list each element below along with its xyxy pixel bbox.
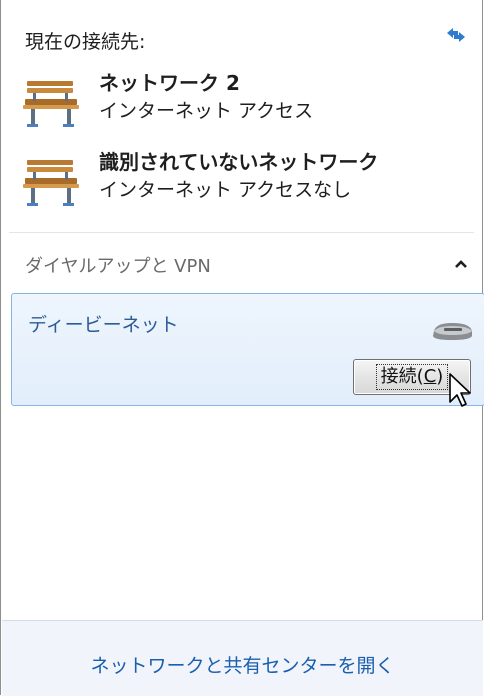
network-item[interactable]: 識別されていないネットワーク インターネット アクセスなし (23, 146, 463, 216)
section-divider (9, 232, 474, 233)
dialup-connection-item[interactable]: ディービーネット 接続(C) (11, 293, 484, 406)
current-connections-label: 現在の接続先: (25, 31, 146, 53)
section-title: ダイヤルアップと VPN (25, 256, 211, 277)
open-network-sharing-center-link[interactable]: ネットワークと共有センターを開く (2, 651, 483, 678)
dialup-vpn-section-header[interactable]: ダイヤルアップと VPN (1, 240, 484, 288)
network-status: インターネット アクセス (99, 100, 314, 122)
network-name: 識別されていないネットワーク (99, 150, 379, 174)
footer: ネットワークと共有センターを開く (2, 620, 483, 696)
connect-button[interactable]: 接続(C) (353, 359, 471, 395)
refresh-icon[interactable] (444, 24, 468, 44)
network-item[interactable]: ネットワーク 2 インターネット アクセス (23, 67, 463, 137)
connection-name: ディービーネット (28, 314, 179, 336)
network-status: インターネット アクセスなし (99, 179, 352, 201)
chevron-up-icon[interactable] (454, 258, 468, 270)
network-flyout: 現在の接続先: ネットワーク 2 インターネット アクセス 識別されていないネッ… (0, 0, 484, 696)
connect-button-label: 接続(C) (375, 364, 449, 390)
bench-network-icon (23, 81, 79, 127)
modem-icon (433, 323, 472, 340)
network-name: ネットワーク 2 (99, 71, 240, 95)
bench-network-icon (23, 160, 79, 206)
